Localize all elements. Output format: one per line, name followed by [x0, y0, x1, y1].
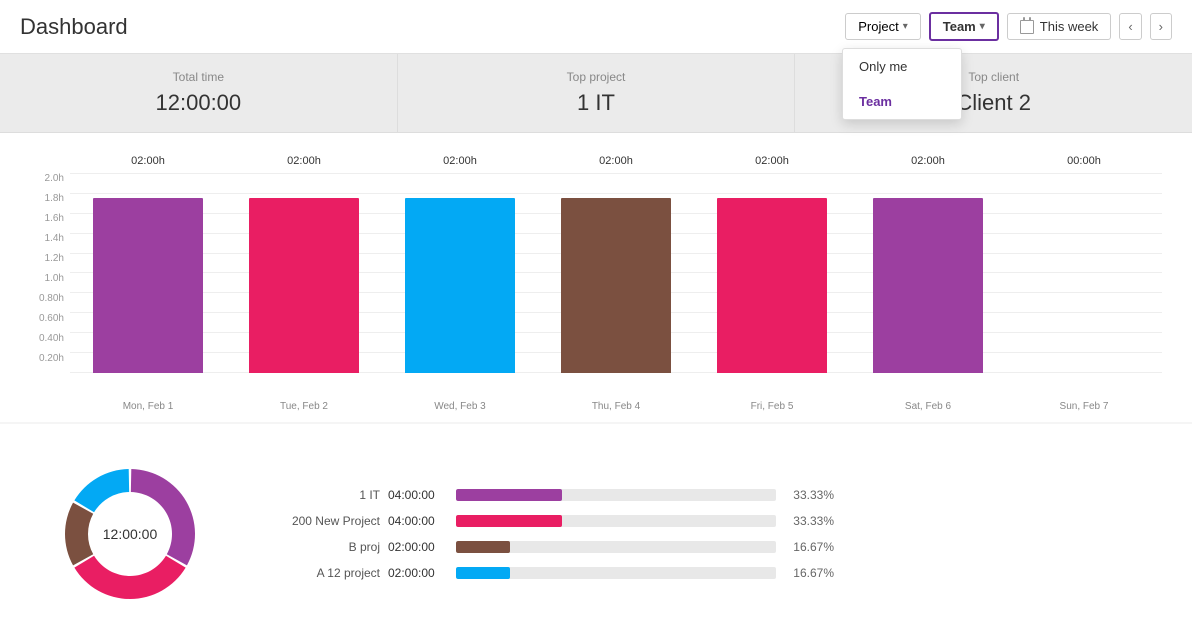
legend-project-name: 1 IT	[260, 488, 380, 502]
y-axis: 2.0h 1.8h 1.6h 1.4h 1.2h 1.0h 0.80h 0.60h 0.40h 0…	[30, 173, 70, 373]
next-week-button[interactable]: ›	[1150, 13, 1172, 40]
project-dropdown-arrow: ▾	[903, 21, 908, 32]
y-axis-label: 0.80h	[39, 293, 64, 304]
y-axis-label: 1.8h	[45, 193, 64, 204]
bar-top-label: 02:00h	[911, 155, 945, 167]
header: Dashboard Project ▾ Team ▾ Only me Team …	[0, 0, 1192, 54]
y-axis-label: 0.20h	[39, 353, 64, 364]
legend-row: 1 IT 04:00:00 33.33%	[260, 488, 1162, 502]
legend-project-time: 04:00:00	[388, 488, 448, 502]
chart-area: 02:00h02:00h02:00h02:00h02:00h02:00h00:0…	[70, 173, 1162, 373]
legend-row: 200 New Project 04:00:00 33.33%	[260, 514, 1162, 528]
legend-bar-fill	[456, 489, 562, 501]
x-axis-label: Thu, Feb 4	[538, 401, 694, 412]
prev-week-button[interactable]: ‹	[1119, 13, 1141, 40]
project-filter-button[interactable]: Project ▾	[845, 13, 921, 40]
legend-bar-background	[456, 489, 776, 501]
y-axis-label: 1.4h	[45, 233, 64, 244]
team-dropdown-arrow: ▾	[980, 21, 985, 32]
legend-bar-background	[456, 515, 776, 527]
bar-col: 02:00h	[694, 173, 850, 373]
bar-col: 02:00h	[70, 173, 226, 373]
legend-bar-fill	[456, 541, 510, 553]
page-title: Dashboard	[20, 14, 128, 40]
bar	[93, 198, 202, 373]
team-filter-button[interactable]: Team ▾	[929, 12, 999, 41]
legend-project-pct: 16.67%	[784, 540, 834, 554]
calendar-icon	[1020, 20, 1034, 34]
legend-bar-fill	[456, 515, 562, 527]
x-axis-label: Fri, Feb 5	[694, 401, 850, 412]
y-axis-label: 0.60h	[39, 313, 64, 324]
bar-top-label: 00:00h	[1067, 155, 1101, 167]
x-axis-label: Mon, Feb 1	[70, 401, 226, 412]
legend-project-pct: 16.67%	[784, 566, 834, 580]
legend-row: A 12 project 02:00:00 16.67%	[260, 566, 1162, 580]
legend-project-time: 02:00:00	[388, 540, 448, 554]
bar-col: 02:00h	[850, 173, 1006, 373]
y-axis-label: 1.6h	[45, 213, 64, 224]
bar-col: 02:00h	[226, 173, 382, 373]
bar-top-label: 02:00h	[131, 155, 165, 167]
legend-section: 1 IT 04:00:00 33.33% 200 New Project 04:00:0…	[260, 444, 1162, 624]
bar	[561, 198, 670, 373]
donut-center-label: 12:00:00	[103, 526, 158, 542]
legend-project-name: B proj	[260, 540, 380, 554]
x-axis-label: Wed, Feb 3	[382, 401, 538, 412]
x-axis: Mon, Feb 1Tue, Feb 2Wed, Feb 3Thu, Feb 4…	[70, 401, 1162, 412]
bar-top-label: 02:00h	[599, 155, 633, 167]
date-range-button[interactable]: This week	[1007, 13, 1112, 40]
legend-project-pct: 33.33%	[784, 488, 834, 502]
bar-top-label: 02:00h	[755, 155, 789, 167]
bar	[405, 198, 514, 373]
header-controls: Project ▾ Team ▾ Only me Team This week …	[845, 12, 1172, 41]
legend-project-pct: 33.33%	[784, 514, 834, 528]
bar-chart-section: 2.0h 1.8h 1.6h 1.4h 1.2h 1.0h 0.80h 0.60h 0.40h 0…	[0, 133, 1192, 422]
y-axis-label: 1.0h	[45, 273, 64, 284]
bar	[717, 198, 826, 373]
bar	[873, 198, 982, 373]
y-axis-label: 0.40h	[39, 333, 64, 344]
bars-container: 02:00h02:00h02:00h02:00h02:00h02:00h00:0…	[70, 173, 1162, 373]
legend-project-time: 02:00:00	[388, 566, 448, 580]
y-axis-label: 2.0h	[45, 173, 64, 184]
bar-col: 02:00h	[538, 173, 694, 373]
stat-total-time: Total time 12:00:00	[0, 54, 398, 132]
bar	[249, 198, 358, 373]
dropdown-item-team[interactable]: Team	[843, 84, 961, 119]
legend-bar-background	[456, 541, 776, 553]
stats-row: Total time 12:00:00 Top project 1 IT Top…	[0, 54, 1192, 133]
bar-col: 02:00h	[382, 173, 538, 373]
x-axis-label: Tue, Feb 2	[226, 401, 382, 412]
legend-row: B proj 02:00:00 16.67%	[260, 540, 1162, 554]
x-axis-label: Sun, Feb 7	[1006, 401, 1162, 412]
legend-bar-fill	[456, 567, 510, 579]
bar-col: 00:00h	[1006, 173, 1162, 373]
donut-chart: 12:00:00	[30, 444, 230, 624]
legend-bar-background	[456, 567, 776, 579]
legend-project-time: 04:00:00	[388, 514, 448, 528]
legend-project-name: 200 New Project	[260, 514, 380, 528]
x-axis-label: Sat, Feb 6	[850, 401, 1006, 412]
bar-top-label: 02:00h	[443, 155, 477, 167]
team-dropdown-menu: Only me Team	[842, 48, 962, 120]
dropdown-item-only-me[interactable]: Only me	[843, 49, 961, 84]
stat-top-project: Top project 1 IT	[398, 54, 796, 132]
y-axis-label: 1.2h	[45, 253, 64, 264]
bottom-section: 12:00:00 1 IT04:00:0033.33%200 New Proje…	[0, 424, 1192, 644]
legend-project-name: A 12 project	[260, 566, 380, 580]
bar-top-label: 02:00h	[287, 155, 321, 167]
